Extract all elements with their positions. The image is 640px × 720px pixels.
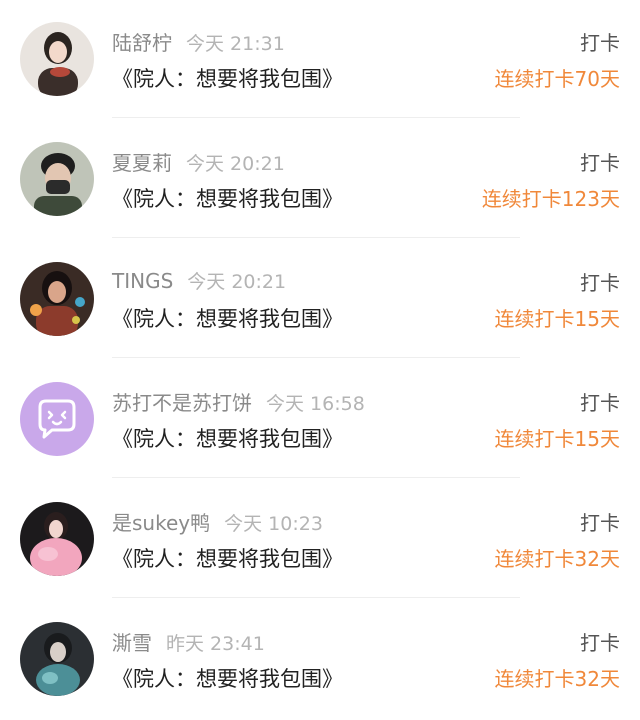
avatar[interactable] bbox=[20, 382, 94, 456]
avatar-photo-woman-icon bbox=[20, 22, 94, 96]
divider bbox=[112, 237, 520, 238]
avatar[interactable] bbox=[20, 622, 94, 696]
post-time: 今天 10:23 bbox=[224, 513, 323, 535]
book-title[interactable]: 《院人：想要将我包围》 bbox=[112, 543, 343, 573]
checkin-label: 打卡 bbox=[580, 631, 620, 655]
avatar-illustration-icon bbox=[20, 262, 94, 336]
post-time: 今天 20:21 bbox=[186, 153, 285, 175]
checkin-list: 陆舒柠 今天 21:31 《院人：想要将我包围》 打卡 连续打卡70天 夏夏莉 今天… bbox=[0, 0, 640, 713]
avatar[interactable] bbox=[20, 262, 94, 336]
list-item[interactable]: 是sukey鸭 今天 10:23 《院人：想要将我包围》 打卡 连续打卡32天 bbox=[0, 480, 640, 600]
list-item[interactable]: 陆舒柠 今天 21:31 《院人：想要将我包围》 打卡 连续打卡70天 bbox=[0, 0, 640, 120]
divider bbox=[112, 357, 520, 358]
avatar-photo-pink-icon bbox=[20, 502, 94, 576]
post-time: 今天 16:58 bbox=[266, 393, 365, 415]
checkin-label: 打卡 bbox=[580, 271, 620, 295]
list-item[interactable]: TINGS 今天 20:21 《院人：想要将我包围》 打卡 连续打卡15天 bbox=[0, 240, 640, 360]
streak-badge: 连续打卡15天 bbox=[494, 427, 620, 451]
book-title[interactable]: 《院人：想要将我包围》 bbox=[112, 183, 343, 213]
post-time: 昨天 23:41 bbox=[166, 633, 265, 655]
checkin-label: 打卡 bbox=[580, 391, 620, 415]
divider bbox=[112, 477, 520, 478]
book-title[interactable]: 《院人：想要将我包围》 bbox=[112, 303, 343, 333]
streak-badge: 连续打卡123天 bbox=[481, 187, 620, 211]
post-time: 今天 21:31 bbox=[186, 33, 285, 55]
checkin-label: 打卡 bbox=[580, 151, 620, 175]
avatar-photo-man-icon bbox=[20, 142, 94, 216]
streak-badge: 连续打卡32天 bbox=[494, 547, 620, 571]
avatar[interactable] bbox=[20, 142, 94, 216]
avatar-default-chat-icon bbox=[20, 382, 94, 456]
user-name[interactable]: 澌雪 昨天 23:41 bbox=[112, 627, 265, 656]
user-name[interactable]: 陆舒柠 今天 21:31 bbox=[112, 27, 285, 56]
streak-badge: 连续打卡70天 bbox=[494, 67, 620, 91]
user-name[interactable]: TINGS 今天 20:21 bbox=[112, 267, 286, 294]
divider bbox=[112, 597, 520, 598]
list-item[interactable]: 夏夏莉 今天 20:21 《院人：想要将我包围》 打卡 连续打卡123天 bbox=[0, 120, 640, 240]
avatar[interactable] bbox=[20, 502, 94, 576]
checkin-label: 打卡 bbox=[580, 511, 620, 535]
user-name[interactable]: 夏夏莉 今天 20:21 bbox=[112, 147, 285, 176]
avatar[interactable] bbox=[20, 22, 94, 96]
book-title[interactable]: 《院人：想要将我包围》 bbox=[112, 423, 343, 453]
book-title[interactable]: 《院人：想要将我包围》 bbox=[112, 63, 343, 93]
user-name[interactable]: 苏打不是苏打饼 今天 16:58 bbox=[112, 387, 365, 416]
user-name[interactable]: 是sukey鸭 今天 10:23 bbox=[112, 507, 323, 536]
checkin-label: 打卡 bbox=[580, 31, 620, 55]
avatar-photo-dark-icon bbox=[20, 622, 94, 696]
streak-badge: 连续打卡15天 bbox=[494, 307, 620, 331]
list-item[interactable]: 澌雪 昨天 23:41 《院人：想要将我包围》 打卡 连续打卡32天 bbox=[0, 600, 640, 720]
list-item[interactable]: 苏打不是苏打饼 今天 16:58 《院人：想要将我包围》 打卡 连续打卡15天 bbox=[0, 360, 640, 480]
divider bbox=[112, 117, 520, 118]
post-time: 今天 20:21 bbox=[187, 271, 287, 293]
book-title[interactable]: 《院人：想要将我包围》 bbox=[112, 663, 343, 693]
streak-badge: 连续打卡32天 bbox=[494, 667, 620, 691]
